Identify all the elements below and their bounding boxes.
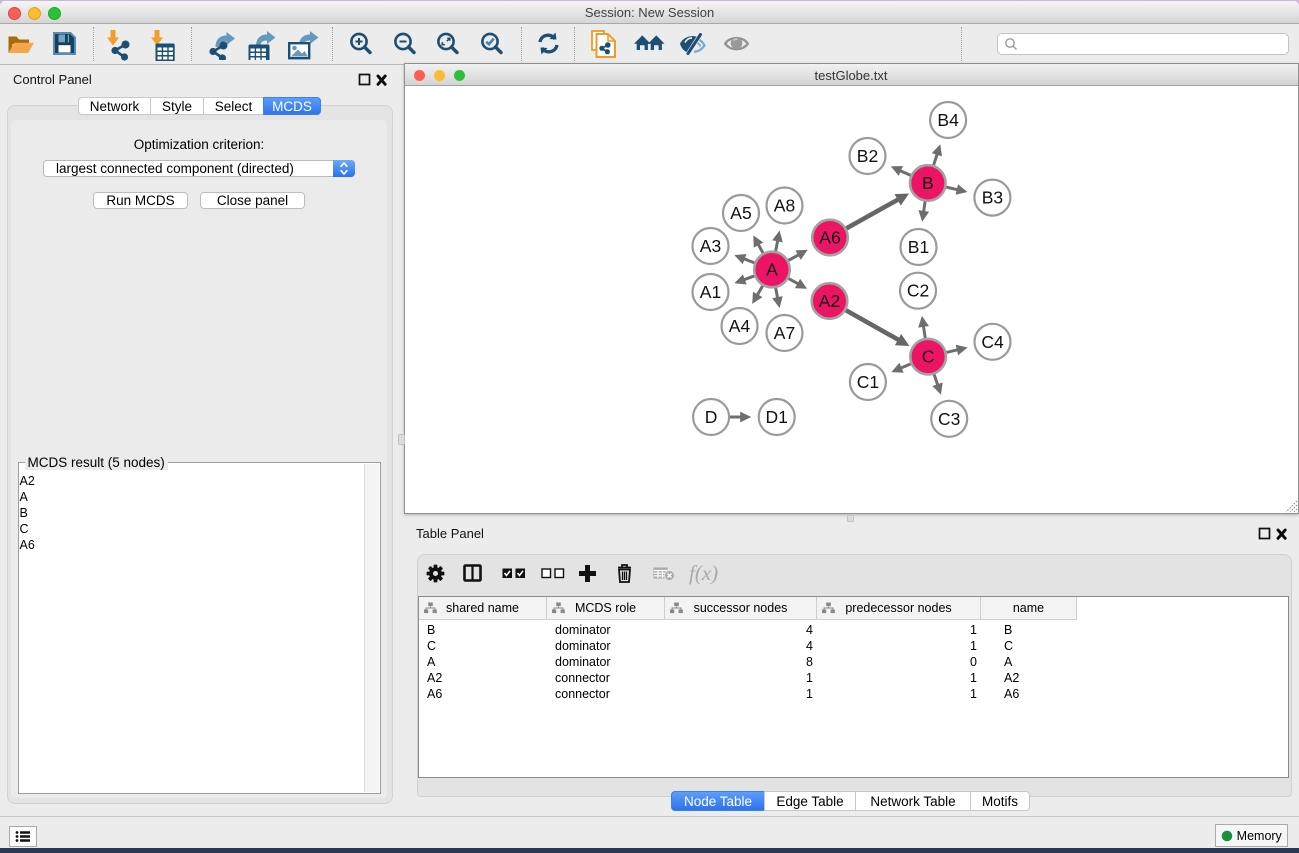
svg-text:D: D [704,407,717,427]
svg-text:C2: C2 [906,281,928,301]
svg-text:A: A [766,260,778,280]
svg-text:A8: A8 [773,196,794,216]
svg-text:A4: A4 [728,316,750,336]
svg-text:C3: C3 [938,409,960,429]
svg-text:B3: B3 [981,188,1002,208]
svg-text:B1: B1 [907,237,928,257]
svg-text:A2: A2 [818,291,839,311]
svg-text:B: B [921,173,933,193]
svg-text:A5: A5 [730,203,751,223]
svg-text:C: C [921,347,934,367]
svg-text:A6: A6 [819,228,840,248]
svg-text:A7: A7 [773,323,794,343]
svg-text:D1: D1 [765,407,787,427]
svg-text:B2: B2 [856,146,877,166]
svg-text:C1: C1 [856,372,878,392]
svg-text:C4: C4 [981,332,1004,352]
svg-text:A1: A1 [699,282,720,302]
svg-text:A3: A3 [699,236,720,256]
svg-text:B4: B4 [937,110,959,130]
